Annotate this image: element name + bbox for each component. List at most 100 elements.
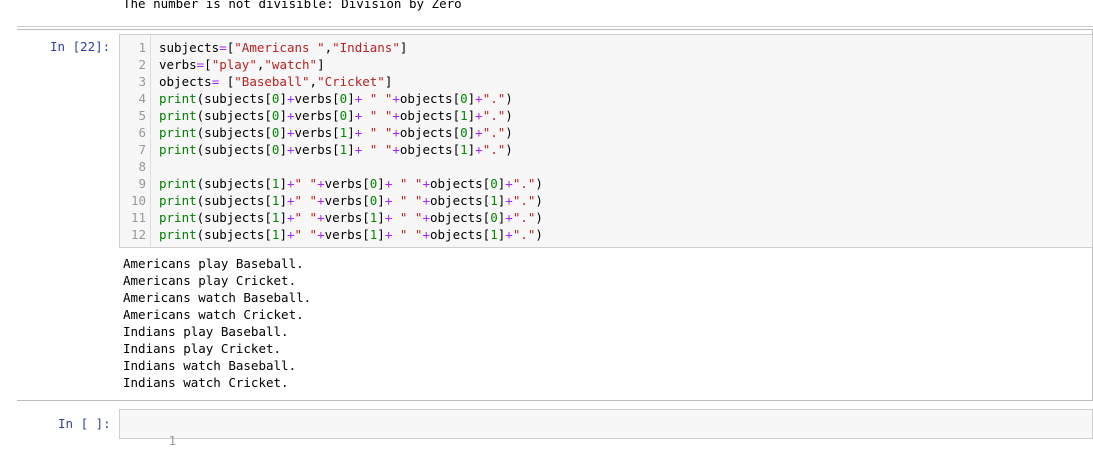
output-line: Indians watch Cricket. xyxy=(123,375,289,390)
code-line: 2 verbs=["play","watch"] xyxy=(120,56,324,73)
code-token: verbs[ xyxy=(324,176,370,191)
code-token: "Baseball" xyxy=(234,74,310,89)
line-number: 7 xyxy=(138,142,146,157)
code-token: 1 xyxy=(490,193,498,208)
code-token: print xyxy=(159,193,197,208)
code-token: "." xyxy=(512,210,536,225)
code-token: print xyxy=(159,227,197,242)
next-input-prompt: In [ ]: xyxy=(58,416,111,431)
code-lines: 1 subjects=["Americans ","Indians"] 2 verbs… xyxy=(120,39,543,243)
code-line: 4 print(subjects[0]+verbs[0]+ " "+objects… xyxy=(120,90,512,107)
code-token: + xyxy=(317,176,325,191)
code-line: 10 print(subjects[1]+" "+verbs[0]+ " "+ob… xyxy=(120,192,543,209)
code-token: "." xyxy=(482,142,506,157)
code-token: " " xyxy=(392,227,423,242)
code-text: print(subjects[1]+" "+verbs[1]+ " "+obje… xyxy=(159,209,543,226)
code-token: verbs[ xyxy=(294,142,340,157)
code-token: (subjects[ xyxy=(196,176,272,191)
code-token: "." xyxy=(482,91,506,106)
code-token: verbs xyxy=(159,57,197,72)
code-token: "watch" xyxy=(264,57,318,72)
code-token: (subjects[ xyxy=(196,91,272,106)
code-token: objects[ xyxy=(399,142,461,157)
code-text: objects= ["Baseball","Cricket"] xyxy=(159,73,392,90)
code-text: print(subjects[1]+" "+verbs[1]+ " "+obje… xyxy=(159,226,543,243)
code-line: 11 print(subjects[1]+" "+verbs[1]+ " "+ob… xyxy=(120,209,543,226)
output-line: Americans watch Baseball. xyxy=(123,290,312,305)
code-token: + xyxy=(422,176,430,191)
code-text: print(subjects[0]+verbs[1]+ " "+objects[… xyxy=(159,141,513,158)
code-token: + xyxy=(475,108,483,123)
code-token: + xyxy=(422,193,430,208)
code-token: + xyxy=(392,142,400,157)
code-token: ) xyxy=(505,91,513,106)
code-text: print(subjects[1]+" "+verbs[0]+ " "+obje… xyxy=(159,175,543,192)
code-token: + xyxy=(286,142,295,157)
code-token: + xyxy=(392,108,400,123)
code-text: subjects=["Americans ","Indians"] xyxy=(159,39,407,56)
code-text: print(subjects[0]+verbs[0]+ " "+objects[… xyxy=(159,107,513,124)
code-token: ] xyxy=(279,142,287,157)
code-editor[interactable]: 1 subjects=["Americans ","Indians"] 2 verbs… xyxy=(119,34,1093,248)
code-token: + xyxy=(475,142,483,157)
code-token: "." xyxy=(512,193,536,208)
code-token: 0 xyxy=(460,125,468,140)
code-token: ] xyxy=(317,57,325,72)
code-token: + xyxy=(392,125,400,140)
code-line: 3 objects= ["Baseball","Cricket"] xyxy=(120,73,392,90)
output-line: Indians watch Baseball. xyxy=(123,358,297,373)
cell-output: Americans play Baseball. Americans play C… xyxy=(123,255,311,391)
code-token: (subjects[ xyxy=(196,227,272,242)
code-text: verbs=["play","watch"] xyxy=(159,56,325,73)
line-number: 12 xyxy=(130,227,146,242)
code-token: subjects xyxy=(159,40,220,55)
code-token: print xyxy=(159,142,197,157)
code-token: ] xyxy=(377,176,385,191)
next-line-number: 1 xyxy=(168,433,177,448)
cell-separator xyxy=(17,26,1093,27)
code-token: ] xyxy=(279,227,287,242)
code-token: "." xyxy=(482,108,506,123)
line-number: 5 xyxy=(138,108,146,123)
code-text: print(subjects[0]+verbs[0]+ " "+objects[… xyxy=(159,90,513,107)
code-token: [ xyxy=(219,74,235,89)
code-token: + xyxy=(505,193,513,208)
code-token: + xyxy=(317,210,325,225)
code-token: " " xyxy=(392,193,423,208)
code-token: " " xyxy=(362,91,393,106)
code-token: , xyxy=(309,74,318,89)
code-text: print(subjects[1]+" "+verbs[0]+ " "+obje… xyxy=(159,192,543,209)
code-token: ] xyxy=(347,142,355,157)
code-token: verbs[ xyxy=(294,108,340,123)
code-line: 7 print(subjects[0]+verbs[1]+ " "+objects… xyxy=(120,141,512,158)
line-number: 3 xyxy=(138,74,146,89)
code-line: 1 subjects=["Americans ","Indians"] xyxy=(120,39,407,56)
code-token: ] xyxy=(399,40,408,55)
code-token: verbs[ xyxy=(324,193,370,208)
code-token: + xyxy=(505,227,513,242)
code-line: 6 print(subjects[0]+verbs[1]+ " "+objects… xyxy=(120,124,512,141)
code-line: 8 xyxy=(120,158,146,175)
code-token: + xyxy=(392,91,400,106)
code-token: " " xyxy=(362,125,393,140)
code-token: = xyxy=(219,40,227,55)
code-token: objects[ xyxy=(399,108,461,123)
code-token: + xyxy=(475,125,483,140)
code-token: ) xyxy=(535,176,543,191)
code-token: ] xyxy=(384,74,393,89)
code-token: "." xyxy=(512,227,536,242)
code-token: + xyxy=(286,176,295,191)
code-token: 1 xyxy=(460,108,468,123)
code-token: " " xyxy=(362,108,393,123)
line-number: 9 xyxy=(138,176,146,191)
code-token: objects[ xyxy=(399,91,461,106)
code-token: " " xyxy=(294,210,318,225)
code-token: 1 xyxy=(490,227,498,242)
code-token: + xyxy=(317,227,325,242)
code-token: ) xyxy=(535,227,543,242)
code-token: 0 xyxy=(490,176,498,191)
code-token: "Americans " xyxy=(234,40,325,55)
code-token: + xyxy=(286,108,295,123)
next-code-editor[interactable]: 1 xyxy=(119,409,1093,448)
code-token: , xyxy=(324,40,333,55)
